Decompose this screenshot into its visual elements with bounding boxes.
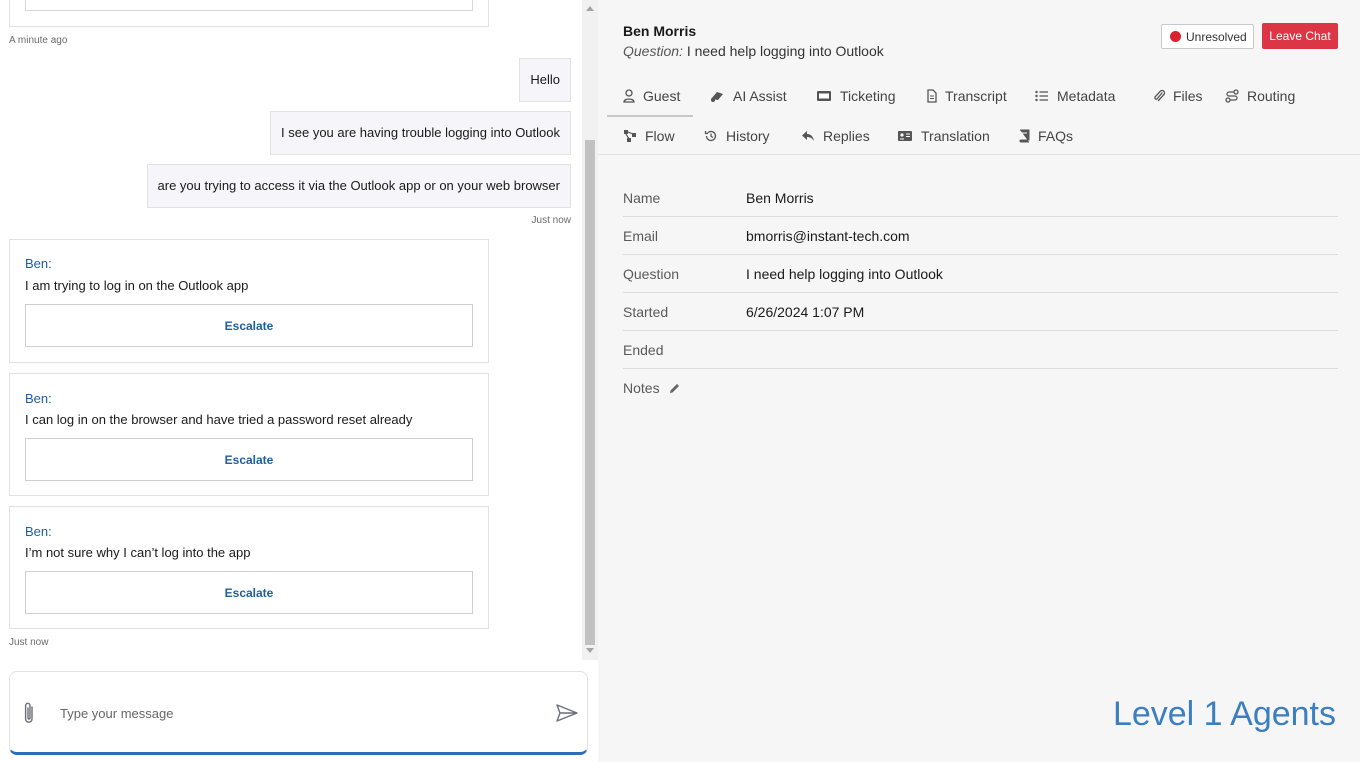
scroll-down-icon[interactable] [586,648,594,653]
sender-name: Ben: [25,524,52,539]
info-row-question: Question I need help logging into Outloo… [623,255,1338,293]
book-icon [1019,129,1030,143]
guest-message-card: Ben: I’m not sure why I can’t log into t… [9,506,489,629]
info-row-email: Email bmorris@instant-tech.com [623,217,1338,255]
info-value: bmorris@instant-tech.com [746,228,910,244]
active-tab-indicator [607,115,693,117]
id-card-icon [898,131,912,141]
status-dot-icon [1170,31,1181,42]
info-row-name: Name Ben Morris [623,179,1338,217]
info-key: Name [623,190,661,206]
tab-label: Transcript [945,88,1007,104]
message-composer [9,671,588,755]
guest-message-card: Ben: I can log in on the browser and hav… [9,373,489,496]
status-label: Unresolved [1186,29,1247,44]
tab-label: Translation [921,128,990,144]
guest-name-heading: Ben Morris [623,23,697,39]
user-icon [623,89,635,103]
ticket-icon [817,91,831,101]
tab-label: Files [1173,88,1203,104]
guest-message-card: Ben: I am trying to log in on the Outloo… [9,239,489,363]
agent-message: are you trying to access it via the Outl… [146,164,571,208]
tab-replies[interactable]: Replies [801,126,870,146]
paperclip-icon[interactable] [22,700,36,726]
scrollbar-thumb[interactable] [585,140,595,645]
tab-label: FAQs [1038,128,1074,144]
tab-label: History [726,128,770,144]
info-key: Ended [623,342,664,358]
leave-chat-button[interactable]: Leave Chat [1262,23,1338,49]
question-label: Question: [623,43,683,59]
message-text: I’m not sure why I can’t log into the ap… [25,545,251,560]
tab-label: Routing [1247,88,1296,104]
guest-message-card-partial [9,0,489,27]
escalate-button-partial[interactable] [25,0,473,11]
timestamp: A minute ago [9,35,68,46]
tab-guest[interactable]: Guest [623,86,680,106]
info-value: I need help logging into Outlook [746,266,943,282]
history-icon [704,130,717,142]
tab-transcript[interactable]: Transcript [927,86,1007,106]
info-key: Question [623,266,680,282]
tab-label: AI Assist [733,88,787,104]
tab-label: Flow [645,128,675,144]
tab-label: Guest [643,88,681,104]
tabs-divider [598,154,1360,155]
timestamp: Just now [9,637,49,648]
chat-history[interactable]: A minute ago Hello I see you are having … [0,0,582,660]
escalate-button[interactable]: Escalate [25,571,473,614]
status-dropdown[interactable]: Unresolved [1161,24,1254,49]
info-value: 6/26/2024 1:07 PM [746,304,865,320]
list-icon [1035,90,1048,102]
escalate-button[interactable]: Escalate [25,304,473,347]
tab-metadata[interactable]: Metadata [1035,86,1115,106]
tab-ai-assist[interactable]: AI Assist [709,86,787,106]
info-row-notes: Notes [623,369,1338,407]
reply-icon [802,131,814,141]
tab-label: Ticketing [840,88,896,104]
info-row-ended: Ended [623,331,1338,369]
info-value: Ben Morris [746,190,814,206]
message-text: I can log in on the browser and have tri… [25,412,413,427]
tab-label: Metadata [1057,88,1116,104]
guest-question-subtitle: Question: I need help logging into Outlo… [623,43,884,59]
info-key: Notes [623,380,660,396]
tab-translation[interactable]: Translation [897,126,990,146]
flow-icon [624,130,636,142]
tab-files[interactable]: Files [1153,86,1203,106]
tab-history[interactable]: History [704,126,770,146]
ai-icon [711,92,723,102]
message-text: I am trying to log in on the Outlook app [25,278,249,293]
sender-name: Ben: [25,256,52,271]
document-icon [927,89,937,103]
scroll-up-icon[interactable] [586,6,594,11]
escalate-button[interactable]: Escalate [25,438,473,481]
paperclip-icon [1154,89,1165,102]
tab-routing[interactable]: Routing [1225,86,1295,106]
tab-label: Replies [823,128,870,144]
brand-label: Level 1 Agents [1112,695,1336,733]
message-input[interactable] [60,702,520,724]
chat-pane: A minute ago Hello I see you are having … [0,0,598,762]
send-icon[interactable] [555,703,579,723]
pencil-icon[interactable] [668,382,681,395]
guest-detail-pane: Ben Morris Question: I need help logging… [598,0,1360,762]
tab-faqs[interactable]: FAQs [1018,126,1073,146]
info-row-started: Started 6/26/2024 1:07 PM [623,293,1338,331]
info-key: Email [623,228,659,244]
chat-scrollbar[interactable] [582,0,598,660]
tab-flow[interactable]: Flow [623,126,675,146]
info-key: Started [623,304,669,320]
timestamp: Just now [531,215,571,226]
agent-message: Hello [519,58,571,102]
sender-name: Ben: [25,391,52,406]
route-icon [1225,89,1239,103]
tab-ticketing[interactable]: Ticketing [816,86,896,106]
question-text: I need help logging into Outlook [686,43,884,59]
agent-message: I see you are having trouble logging int… [270,111,571,155]
